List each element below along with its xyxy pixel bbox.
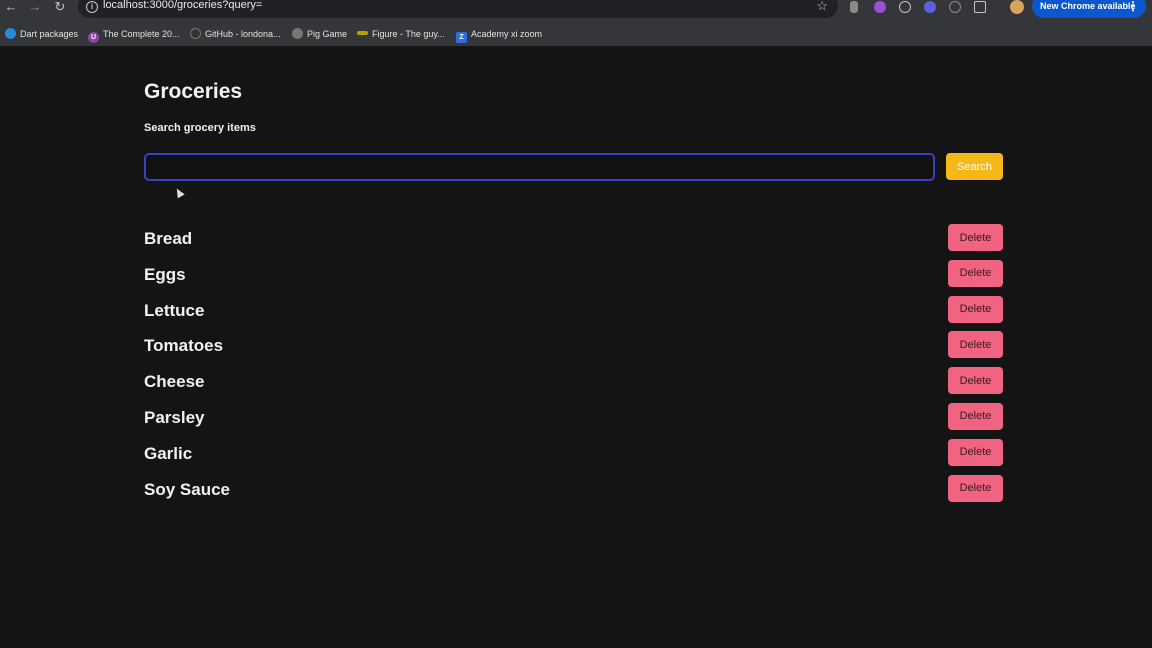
browser-chrome: ← → ↻ i localhost:3000/groceries?query= …: [0, 0, 1152, 46]
delete-button[interactable]: Delete: [948, 402, 1003, 430]
grocery-item-name: Bread: [144, 229, 193, 248]
search-input[interactable]: [144, 153, 935, 181]
bookmark-item[interactable]: Pig Game: [292, 27, 347, 41]
list-item: Eggs Delete: [144, 257, 1004, 293]
delete-button[interactable]: Delete: [948, 438, 1003, 466]
grocery-item-name: Cheese: [144, 372, 205, 392]
browser-toolbar: ← → ↻ i localhost:3000/groceries?query= …: [0, 0, 1152, 20]
bookmark-item[interactable]: U The Complete 20...: [88, 27, 180, 43]
back-icon[interactable]: ←: [3, 0, 19, 16]
extension-purple-icon[interactable]: [874, 1, 886, 13]
zoom-icon: Z: [456, 32, 467, 43]
grocery-item-name: Tomatoes: [144, 336, 224, 356]
bookmark-item[interactable]: Z Academy xi zoom: [456, 27, 543, 43]
bookmark-item[interactable]: GitHub - londona...: [190, 27, 281, 41]
delete-button[interactable]: Delete: [948, 295, 1003, 323]
search-label: Search grocery items: [144, 122, 256, 134]
mouse-cursor-icon: [173, 186, 185, 199]
bookmark-label: Academy xi zoom: [471, 29, 543, 39]
address-url[interactable]: localhost:3000/groceries?query=: [103, 0, 262, 11]
new-chrome-label: New Chrome available: [1040, 1, 1136, 11]
extensions-puzzle-icon[interactable]: [974, 1, 986, 13]
reload-icon[interactable]: ↻: [52, 0, 68, 16]
list-item: Garlic Delete: [144, 436, 1004, 472]
bookmarks-bar: Dart packages U The Complete 20... GitHub…: [0, 24, 1152, 44]
bookmark-label: The Complete 20...: [103, 29, 180, 39]
bookmark-label: Figure - The guy...: [372, 29, 445, 39]
grocery-list: Bread Delete Eggs Delete Lettuce Delete …: [144, 221, 1004, 507]
list-item: Parsley Delete: [144, 400, 1004, 436]
new-chrome-available-button[interactable]: New Chrome available ⋮: [1032, 0, 1146, 18]
site-info-icon[interactable]: i: [86, 1, 98, 13]
delete-button[interactable]: Delete: [948, 331, 1003, 359]
grocery-item-name: Garlic: [144, 443, 193, 463]
list-item: Bread Delete: [144, 221, 1004, 257]
history-icon[interactable]: [949, 1, 961, 13]
search-button[interactable]: Search: [946, 153, 1003, 180]
grocery-item-name: Soy Sauce: [144, 479, 230, 499]
bookmark-item[interactable]: Dart packages: [5, 27, 78, 41]
page-title: Groceries: [144, 80, 243, 103]
grocery-item-name: Lettuce: [144, 300, 205, 320]
delete-button[interactable]: Delete: [948, 367, 1003, 395]
address-bar[interactable]: i localhost:3000/groceries?query= ☆: [78, 0, 838, 18]
menu-kebab-icon[interactable]: ⋮: [1127, 0, 1139, 18]
bookmark-label: Pig Game: [307, 29, 348, 39]
grocery-item-name: Eggs: [144, 264, 186, 284]
globe-icon: [292, 28, 303, 39]
bookmark-label: GitHub - londona...: [205, 29, 281, 39]
dart-icon: [5, 28, 16, 39]
extension-blue-icon[interactable]: [924, 1, 936, 13]
delete-button[interactable]: Delete: [948, 224, 1003, 251]
list-item: Cheese Delete: [144, 364, 1004, 400]
grocery-item-name: Parsley: [144, 407, 205, 427]
microphone-icon[interactable]: [850, 1, 858, 13]
bookmark-item[interactable]: Figure - The guy...: [357, 27, 445, 41]
bookmark-label: Dart packages: [20, 29, 79, 39]
groceries-page: Groceries Search grocery items Search Br…: [0, 46, 1152, 648]
bookmark-star-icon[interactable]: ☆: [816, 0, 828, 14]
react-devtools-icon[interactable]: [899, 1, 911, 13]
profile-avatar[interactable]: [1010, 0, 1024, 14]
list-item: Soy Sauce Delete: [144, 472, 1004, 508]
forward-icon[interactable]: →: [27, 0, 43, 16]
figure-icon: [357, 31, 368, 35]
list-item: Tomatoes Delete: [144, 328, 1004, 364]
list-item: Lettuce Delete: [144, 293, 1004, 329]
delete-button[interactable]: Delete: [948, 259, 1003, 287]
delete-button[interactable]: Delete: [948, 474, 1003, 502]
github-icon: [190, 28, 201, 39]
udemy-icon: U: [88, 32, 99, 43]
